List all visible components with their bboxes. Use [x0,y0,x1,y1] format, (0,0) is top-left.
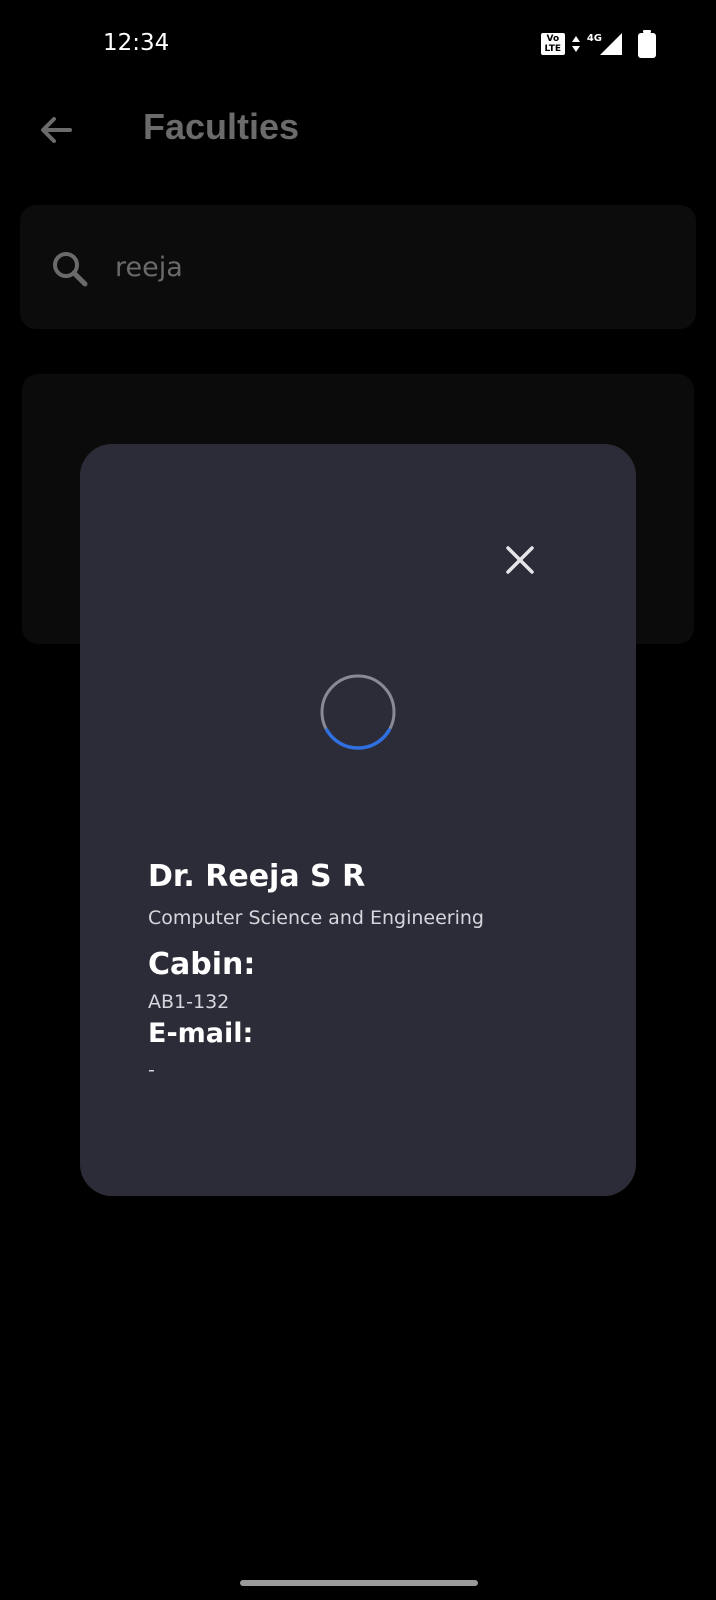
cabin-heading: Cabin: [148,947,256,982]
cabin-value: AB1-132 [148,991,230,1013]
close-icon[interactable] [498,538,542,582]
home-indicator[interactable] [240,1580,478,1586]
page-title: Faculties [143,106,300,147]
arrow-left-icon[interactable] [36,110,76,150]
search-input[interactable] [115,247,655,287]
network-type-label: 4G [586,32,602,44]
app-bar: Faculties [0,90,716,170]
faculty-detail-modal: Dr. Reeja S R Computer Science and Engin… [80,444,636,1196]
email-value: - [148,1059,155,1081]
loading-spinner [320,674,396,750]
status-time: 12:34 [103,30,170,56]
faculty-department: Computer Science and Engineering [148,907,484,929]
search-bar[interactable] [20,205,696,329]
faculty-name: Dr. Reeja S R [148,859,366,894]
data-arrows-icon [571,36,580,52]
search-icon [53,252,88,287]
status-icons: Vo LTE 4G [540,30,656,58]
volte-icon: Vo LTE [540,33,565,55]
email-heading: E-mail: [148,1018,254,1049]
battery-icon [638,30,656,58]
status-bar: 12:34 Vo LTE 4G [0,0,716,90]
